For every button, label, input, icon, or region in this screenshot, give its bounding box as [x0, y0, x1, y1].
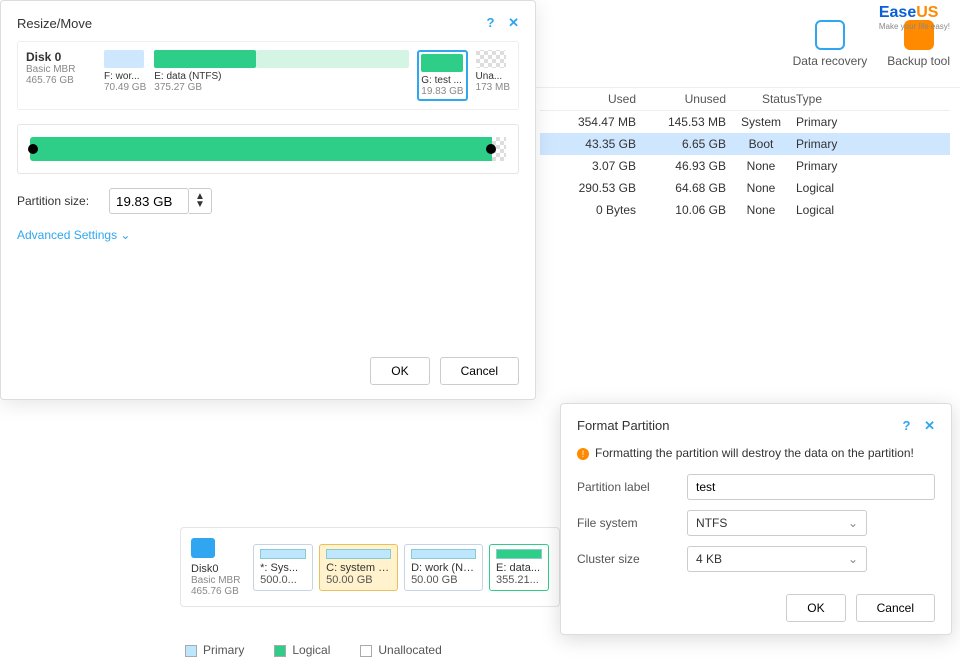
cluster-size-select[interactable]: 4 KB — [687, 546, 867, 572]
table-row[interactable]: 354.47 MB145.53 MBSystemPrimary — [540, 111, 950, 133]
partition-size-label: Partition size: — [17, 194, 89, 208]
disk-name: Disk 0 — [26, 50, 61, 64]
swatch-unallocated — [360, 645, 372, 657]
dialog-title: Format Partition — [577, 418, 669, 434]
dialog-title: Resize/Move — [17, 16, 92, 31]
file-system-label: File system — [577, 516, 687, 530]
partition-label-label: Partition label — [577, 480, 687, 494]
toolbar-item-recovery[interactable]: Data recovery — [793, 20, 868, 68]
swatch-primary — [185, 645, 197, 657]
close-icon[interactable]: ✕ — [924, 418, 935, 433]
table-row[interactable]: 43.35 GB6.65 GBBootPrimary — [540, 133, 950, 155]
partition-box[interactable]: *: Sys...500.0... — [253, 544, 313, 591]
format-warning: !Formatting the partition will destroy t… — [577, 446, 935, 460]
resize-slider-area — [17, 124, 519, 174]
partition-box[interactable]: E: data...355.21... — [489, 544, 549, 591]
partition-size-input[interactable] — [109, 188, 189, 214]
cancel-button[interactable]: Cancel — [440, 357, 519, 385]
recovery-icon — [815, 20, 845, 50]
cluster-size-label: Cluster size — [577, 552, 687, 566]
partition-label-input[interactable] — [687, 474, 935, 500]
toolbar-label: Backup tool — [887, 54, 950, 68]
legend: Primary Logical Unallocated — [185, 643, 442, 657]
slider-handle-right[interactable] — [486, 144, 496, 154]
warning-icon: ! — [577, 448, 589, 460]
disk-overview: Disk 0 Basic MBR 465.76 GB F: wor... 70.… — [17, 41, 519, 110]
partition-segment[interactable]: E: data (NTFS) 375.27 GB — [154, 50, 409, 93]
partition-box[interactable]: C: system (NT...50.00 GB — [319, 544, 398, 591]
table-row[interactable]: 3.07 GB46.93 GBNonePrimary — [540, 155, 950, 177]
toolbar-label: Data recovery — [793, 54, 868, 68]
partition-segment-unallocated[interactable]: Una... 173 MB — [476, 50, 510, 93]
slider-handle-left[interactable] — [28, 144, 38, 154]
table-header: Used Unused Status Type — [540, 88, 950, 111]
advanced-settings-toggle[interactable]: Advanced Settings ⌄ — [17, 228, 519, 242]
resize-move-dialog: Resize/Move ? ✕ Disk 0 Basic MBR 465.76 … — [0, 0, 536, 400]
help-icon[interactable]: ? — [903, 418, 911, 433]
ok-button[interactable]: OK — [370, 357, 429, 385]
disk-label: Disk0 Basic MBR 465.76 GB — [191, 538, 247, 597]
close-icon[interactable]: ✕ — [508, 15, 519, 30]
file-system-select[interactable]: NTFS — [687, 510, 867, 536]
cancel-button[interactable]: Cancel — [856, 594, 935, 622]
partition-segment[interactable]: F: wor... 70.49 GB — [104, 50, 146, 93]
swatch-logical — [274, 645, 286, 657]
format-partition-dialog: Format Partition ? ✕ !Formatting the par… — [560, 403, 952, 635]
brand-logo: EaseUS Make your life easy! — [879, 4, 950, 31]
table-row[interactable]: 0 Bytes10.06 GBNoneLogical — [540, 199, 950, 221]
resize-slider[interactable] — [30, 137, 506, 161]
table-row[interactable]: 290.53 GB64.68 GBNoneLogical — [540, 177, 950, 199]
partition-box[interactable]: D: work (NTFS)50.00 GB — [404, 544, 483, 591]
help-icon[interactable]: ? — [487, 15, 495, 30]
size-stepper[interactable]: ▲▼ — [189, 188, 212, 214]
disk-icon — [191, 538, 215, 558]
partition-table: Used Unused Status Type 354.47 MB145.53 … — [540, 88, 950, 221]
partition-segment-selected[interactable]: G: test ... 19.83 GB — [417, 50, 467, 101]
ok-button[interactable]: OK — [786, 594, 845, 622]
disk-map: Disk0 Basic MBR 465.76 GB *: Sys...500.0… — [180, 527, 560, 607]
